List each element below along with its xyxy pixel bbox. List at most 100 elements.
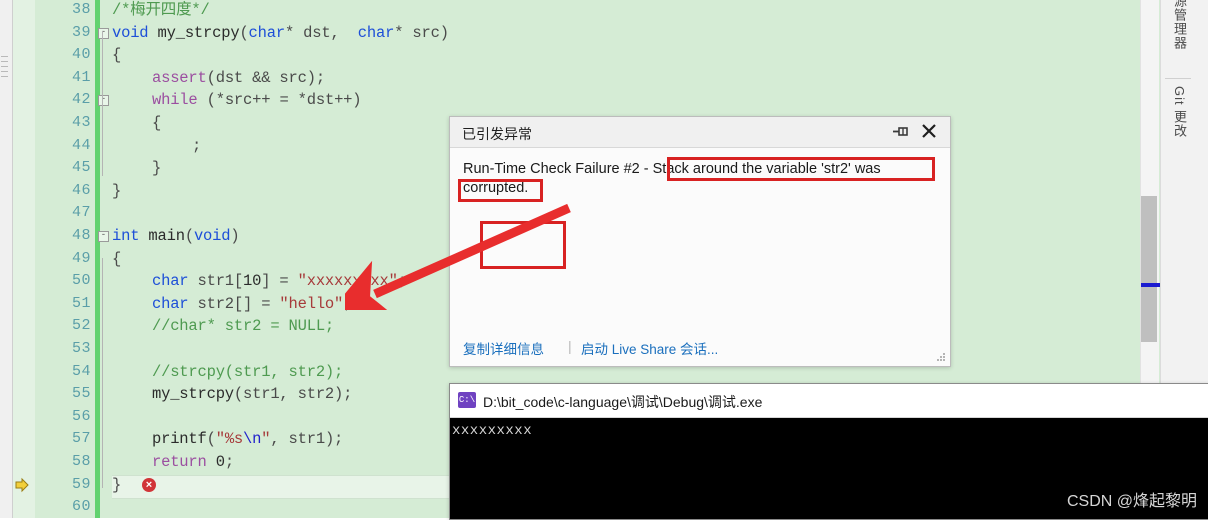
- line-number: 45: [71, 159, 91, 177]
- copy-details-link[interactable]: 复制详细信息: [463, 338, 544, 358]
- code-line-text: my_strcpy(str1, str2);: [152, 383, 352, 406]
- sidebar-item-git-changes[interactable]: Git 更改: [1167, 86, 1189, 162]
- code-token: my_strcpy: [157, 23, 240, 42]
- code-line-text: }: [112, 180, 121, 203]
- console-window[interactable]: C:\ D:\bit_code\c-language\调试\Debug\调试.e…: [449, 383, 1208, 520]
- code-token: //strcpy(str1, str2);: [152, 362, 344, 381]
- code-line[interactable]: 39- void my_strcpy(char* dst, char* src): [72, 22, 1208, 45]
- code-token: ;: [224, 453, 234, 471]
- console-title: D:\bit_code\c-language\调试\Debug\调试.exe: [483, 394, 763, 410]
- error-marker-icon[interactable]: ×: [142, 477, 156, 492]
- code-token: dst && src: [215, 68, 307, 87]
- line-number: 56: [71, 407, 91, 425]
- code-token: char: [357, 23, 395, 42]
- code-token: assert: [152, 68, 207, 87]
- line-number: 48: [71, 227, 91, 244]
- code-token: void: [193, 227, 231, 245]
- code-line[interactable]: 41 assert(dst && src);: [72, 67, 1208, 90]
- console-app-icon: C:\: [458, 392, 476, 408]
- code-token: void: [112, 23, 149, 42]
- code-token: *: [284, 23, 304, 42]
- code-token: dst: [303, 23, 331, 42]
- editor-breakpoint-margin[interactable]: [13, 0, 35, 518]
- code-token: }: [152, 159, 162, 178]
- code-line-text: int main(void): [112, 225, 240, 248]
- tab-divider: [1165, 78, 1191, 79]
- code-token: , str1);: [270, 430, 344, 449]
- line-number: 40: [71, 46, 91, 64]
- code-token: while: [152, 91, 198, 110]
- code-token: ] =: [261, 272, 298, 291]
- code-token: src: [224, 91, 253, 110]
- fold-toggle-icon[interactable]: -: [98, 27, 109, 39]
- resize-grip-icon[interactable]: [936, 353, 946, 363]
- dialog-titlebar[interactable]: 已引发异常: [450, 117, 950, 148]
- line-number: 53: [71, 340, 91, 357]
- editor-change-indicator-bar: [95, 0, 100, 518]
- code-token: 0: [215, 453, 225, 471]
- code-token: \n: [243, 430, 262, 449]
- code-token: dst: [306, 91, 335, 110]
- code-token: char: [248, 23, 286, 42]
- code-token: 10: [243, 272, 262, 291]
- line-number: 54: [71, 362, 91, 380]
- scrollbar-thumb[interactable]: [1141, 196, 1157, 342]
- annotation-box-highlight-message: [667, 157, 935, 181]
- code-token: ": [261, 430, 271, 449]
- code-line[interactable]: 42- while (*src++ = *dst++): [72, 89, 1208, 112]
- line-number: 49: [71, 249, 91, 267]
- code-token: {: [152, 114, 162, 132]
- code-line-text: {: [152, 112, 161, 135]
- annotation-box-highlight-corrupted: [458, 179, 543, 202]
- fold-guide-line: [102, 258, 103, 488]
- code-line[interactable]: 38 /*梅开四度*/: [72, 0, 1208, 22]
- line-number: 51: [71, 294, 91, 312]
- code-line-text: assert(dst && src);: [152, 67, 325, 90]
- fold-guide-line: [102, 121, 103, 176]
- code-token: }: [112, 475, 122, 494]
- exception-thrown-dialog[interactable]: 已引发异常 Run-Time Check Failure #2 - Stack …: [449, 116, 951, 367]
- line-number: 46: [71, 181, 91, 199]
- code-token: (: [206, 68, 216, 87]
- execution-pointer-icon: [14, 477, 30, 493]
- close-icon[interactable]: [920, 122, 938, 140]
- console-titlebar[interactable]: C:\ D:\bit_code\c-language\调试\Debug\调试.e…: [450, 384, 1208, 418]
- code-token: ): [439, 23, 449, 42]
- code-token: src: [412, 23, 440, 42]
- line-number: 39: [71, 23, 91, 41]
- fold-toggle-icon[interactable]: -: [98, 95, 109, 107]
- code-token: str1[: [188, 272, 244, 291]
- code-token: ;: [397, 272, 407, 291]
- code-token: printf: [152, 430, 207, 449]
- code-line[interactable]: 40 {: [72, 44, 1208, 67]
- watermark-text: CSDN @烽起黎明: [1066, 493, 1197, 510]
- code-token: ): [230, 227, 240, 245]
- line-number: 44: [71, 136, 91, 154]
- code-token: ;: [192, 136, 202, 155]
- code-token: ;: [343, 294, 353, 313]
- line-number: 38: [71, 1, 91, 18]
- code-token: (: [239, 23, 249, 42]
- fold-toggle-icon[interactable]: -: [98, 231, 109, 242]
- line-number: 58: [71, 453, 91, 470]
- annotation-box-empty: [480, 221, 566, 269]
- sidebar-item-solution-explorer[interactable]: 源管理器: [1167, 0, 1189, 74]
- start-live-share-link[interactable]: 启动 Live Share 会话...: [581, 338, 718, 358]
- code-line-text: while (*src++ = *dst++): [152, 89, 362, 112]
- code-token: "xxxxxxxxx": [297, 272, 398, 291]
- code-token: //char* str2 = NULL;: [152, 317, 335, 336]
- code-token: (*: [197, 91, 225, 110]
- line-number: 42: [71, 91, 91, 109]
- code-line-text: //char* str2 = NULL;: [152, 315, 334, 338]
- code-token: {: [112, 249, 122, 268]
- code-token: ++): [334, 91, 362, 110]
- code-token: "%s: [215, 430, 244, 449]
- line-number: 50: [71, 272, 91, 290]
- pin-icon[interactable]: [892, 124, 910, 140]
- code-token: my_strcpy: [152, 385, 234, 404]
- console-output-area[interactable]: xxxxxxxxx CSDN @烽起黎明: [450, 418, 1208, 519]
- dialog-title: 已引发异常: [462, 126, 532, 142]
- code-token: *: [394, 23, 413, 42]
- code-token: char: [152, 294, 189, 313]
